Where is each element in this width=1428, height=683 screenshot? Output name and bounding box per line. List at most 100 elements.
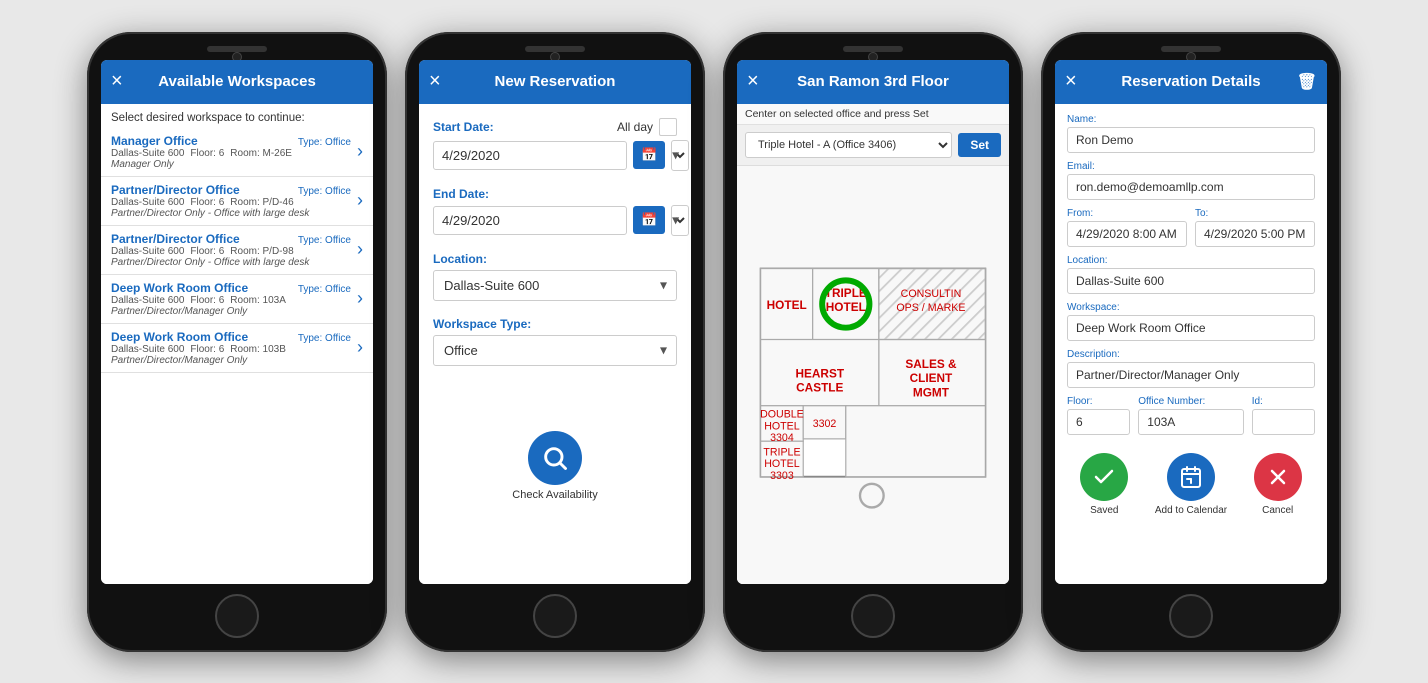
location-detail-label: Location: — [1067, 255, 1315, 266]
header-title-1: Available Workspaces — [158, 73, 316, 90]
reservation-form: Start Date: All day 📅 8:00 AM — [419, 104, 691, 584]
map-hint: Center on selected office and press Set — [737, 104, 1009, 125]
item-room: Room: M-26E — [230, 148, 292, 159]
screen-3: × San Ramon 3rd Floor Center on selected… — [737, 60, 1009, 584]
item-suite: Dallas-Suite 600 — [111, 148, 184, 159]
check-availability-button[interactable]: Check Availability — [512, 431, 597, 501]
svg-text:HOTEL: HOTEL — [767, 297, 807, 311]
speaker-2 — [525, 46, 585, 52]
floor-input[interactable] — [1067, 409, 1130, 435]
close-icon-1[interactable]: × — [111, 70, 123, 93]
chevron-icon: › — [357, 141, 363, 162]
email-input[interactable] — [1067, 174, 1315, 200]
header-title-4: Reservation Details — [1121, 73, 1260, 90]
svg-text:HOTEL: HOTEL — [826, 300, 866, 314]
list-item[interactable]: Partner/Director Office Type: Office Dal… — [101, 226, 373, 275]
end-time-select[interactable]: 5:00 PM — [671, 205, 689, 236]
svg-text:3303: 3303 — [770, 470, 794, 482]
svg-text:3302: 3302 — [813, 418, 837, 430]
id-input[interactable] — [1252, 409, 1315, 435]
floor-plan-svg: HOTEL TRIPLE HOTEL CONSULTIN OPS / MARKE… — [737, 166, 1009, 584]
action-buttons-row: Saved Ad — [1067, 443, 1315, 520]
item-suite: Dallas-Suite 600 — [111, 197, 184, 208]
list-item[interactable]: Manager Office Type: Office Dallas-Suite… — [101, 128, 373, 177]
list-item[interactable]: Partner/Director Office Type: Office Dal… — [101, 177, 373, 226]
location-detail-input[interactable] — [1067, 268, 1315, 294]
to-field: To: — [1195, 208, 1315, 247]
trash-icon[interactable]: 🗑 — [1297, 72, 1317, 92]
set-button[interactable]: Set — [958, 133, 1001, 157]
list-item[interactable]: Deep Work Room Office Type: Office Dalla… — [101, 275, 373, 324]
svg-text:MGMT: MGMT — [913, 385, 950, 399]
floor-field: Floor: — [1067, 396, 1130, 435]
end-date-input[interactable] — [433, 206, 627, 235]
item-title: Deep Work Room Office — [111, 281, 248, 295]
start-time-select[interactable]: 8:00 AM — [671, 140, 689, 171]
cancel-button[interactable]: Cancel — [1254, 453, 1302, 516]
item-title: Manager Office — [111, 134, 198, 148]
header-1: × Available Workspaces — [101, 60, 373, 104]
all-day-label: All day — [617, 120, 653, 134]
chevron-icon: › — [357, 190, 363, 211]
location-label: Location: — [433, 252, 677, 266]
description-field: Description: — [1067, 349, 1315, 388]
office-dropdown[interactable]: Triple Hotel - A (Office 3406) — [745, 132, 952, 158]
workspace-detail-input[interactable] — [1067, 315, 1315, 341]
phone-1: × Available Workspaces Select desired wo… — [87, 32, 387, 652]
calendar-icon — [1167, 453, 1215, 501]
item-room: Room: P/D-46 — [230, 197, 293, 208]
name-input[interactable] — [1067, 127, 1315, 153]
saved-button[interactable]: Saved — [1080, 453, 1128, 516]
end-date-calendar-button[interactable]: 📅 — [633, 206, 665, 234]
description-input[interactable] — [1067, 362, 1315, 388]
item-room: Room: 103B — [230, 344, 286, 355]
start-date-calendar-button[interactable]: 📅 — [633, 141, 665, 169]
item-type: Type: Office — [298, 137, 351, 148]
header-3: × San Ramon 3rd Floor — [737, 60, 1009, 104]
from-to-row: From: To: — [1067, 208, 1315, 247]
speaker-3 — [843, 46, 903, 52]
workspace-type-select[interactable]: Office — [433, 335, 677, 366]
chevron-icon: › — [357, 337, 363, 358]
floor-office-id-row: Floor: Office Number: Id: — [1067, 396, 1315, 435]
item-suite: Dallas-Suite 600 — [111, 246, 184, 257]
workspace-type-group: Workspace Type: Office — [433, 317, 677, 366]
email-label: Email: — [1067, 161, 1315, 172]
item-type: Type: Office — [298, 333, 351, 344]
home-button-3[interactable] — [851, 594, 895, 638]
floor-plan-area[interactable]: HOTEL TRIPLE HOTEL CONSULTIN OPS / MARKE… — [737, 166, 1009, 584]
home-button-4[interactable] — [1169, 594, 1213, 638]
speaker-4 — [1161, 46, 1221, 52]
reservation-details-content: Name: Email: From: To: — [1055, 104, 1327, 584]
map-toolbar: Triple Hotel - A (Office 3406) Set — [737, 125, 1009, 166]
home-button-2[interactable] — [533, 594, 577, 638]
saved-icon — [1080, 453, 1128, 501]
item-suite: Dallas-Suite 600 — [111, 295, 184, 306]
start-date-group: Start Date: All day 📅 8:00 AM — [433, 118, 677, 171]
location-select[interactable]: Dallas-Suite 600 — [433, 270, 677, 301]
end-date-group: End Date: 📅 5:00 PM — [433, 187, 677, 236]
item-floor: Floor: 6 — [190, 246, 224, 257]
item-title: Partner/Director Office — [111, 232, 240, 246]
workspace-detail-label: Workspace: — [1067, 302, 1315, 313]
start-date-input[interactable] — [433, 141, 627, 170]
add-to-calendar-button[interactable]: Add to Calendar — [1155, 453, 1227, 516]
list-item[interactable]: Deep Work Room Office Type: Office Dalla… — [101, 324, 373, 373]
item-type: Type: Office — [298, 284, 351, 295]
screen-4: × Reservation Details 🗑 Name: Email: — [1055, 60, 1327, 584]
from-input[interactable] — [1067, 221, 1187, 247]
close-icon-2[interactable]: × — [429, 70, 441, 93]
screenshot-container: × Available Workspaces Select desired wo… — [67, 12, 1361, 672]
office-number-input[interactable] — [1138, 409, 1243, 435]
location-field-group: Location: — [1067, 255, 1315, 294]
all-day-checkbox[interactable] — [659, 118, 677, 136]
header-2: × New Reservation — [419, 60, 691, 104]
home-button-1[interactable] — [215, 594, 259, 638]
svg-text:TRIPLE: TRIPLE — [763, 446, 800, 458]
svg-text:3304: 3304 — [770, 432, 794, 444]
item-floor: Floor: 6 — [190, 344, 224, 355]
close-icon-4[interactable]: × — [1065, 70, 1077, 93]
close-icon-3[interactable]: × — [747, 70, 759, 93]
speaker-1 — [207, 46, 267, 52]
to-input[interactable] — [1195, 221, 1315, 247]
